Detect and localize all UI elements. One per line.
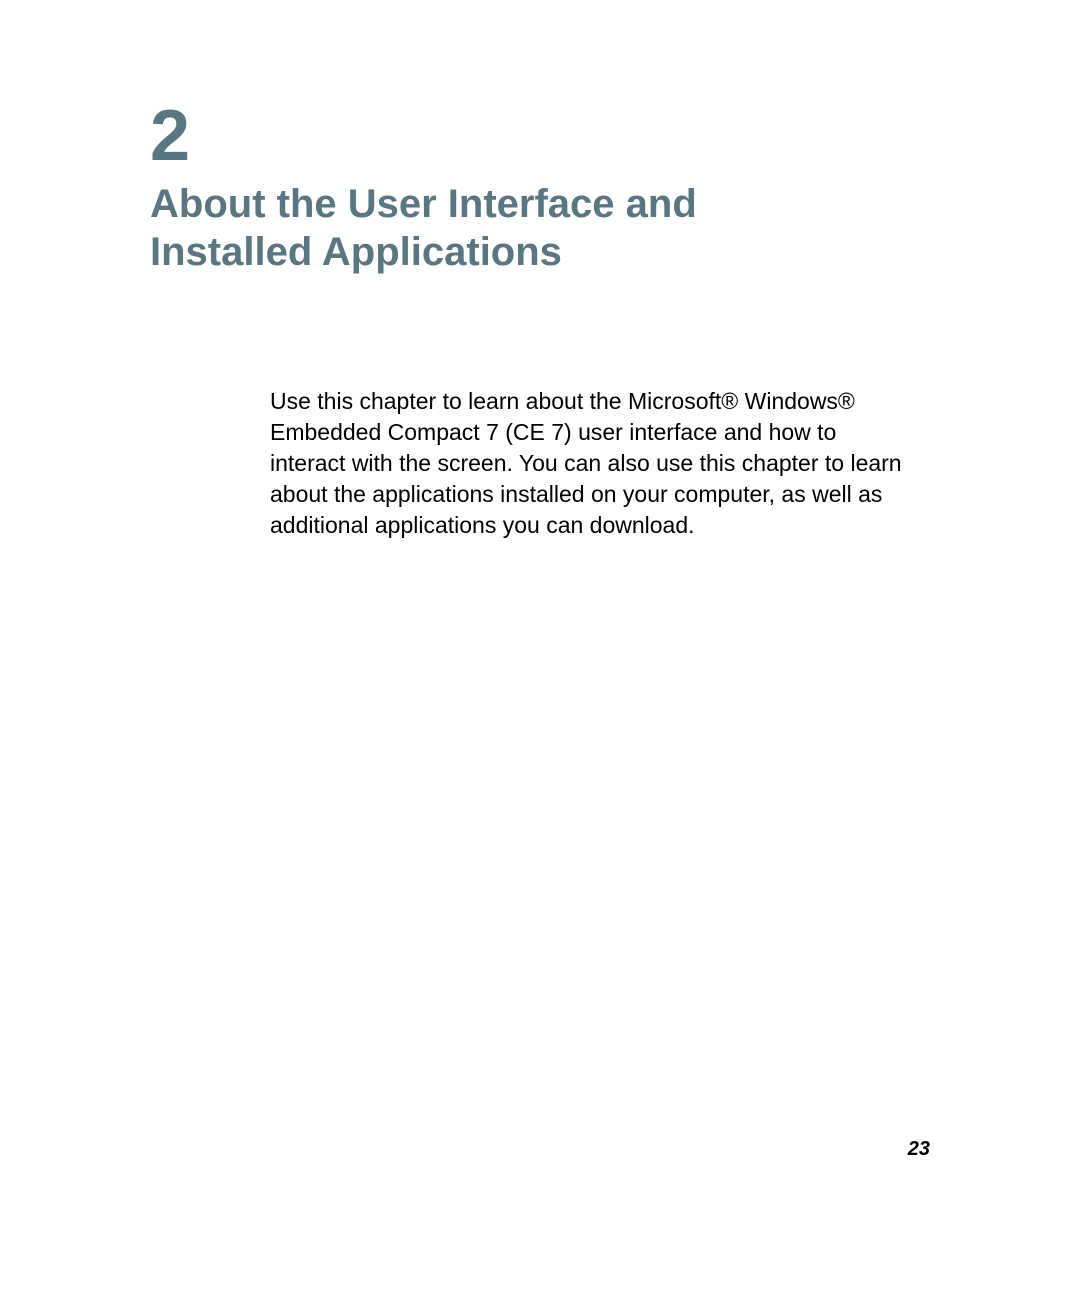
- body-paragraph: Use this chapter to learn about the Micr…: [270, 386, 910, 541]
- page-number: 23: [908, 1138, 930, 1161]
- document-page: 2 About the User Interface and Installed…: [0, 0, 1080, 1311]
- chapter-number: 2: [150, 100, 930, 172]
- chapter-title: About the User Interface and Installed A…: [150, 180, 850, 276]
